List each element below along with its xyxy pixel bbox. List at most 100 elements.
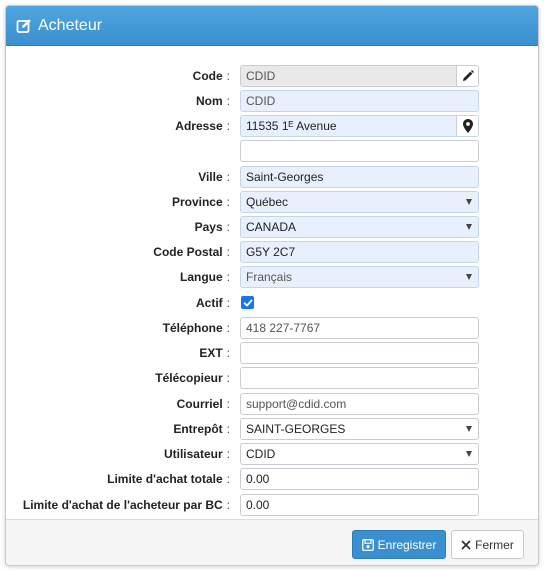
label-colon: : [226, 220, 230, 234]
label-colon: : [226, 498, 230, 512]
ville-input[interactable]: Saint-Georges [240, 166, 479, 188]
province-label: Province [171, 195, 223, 209]
code-field: CDID [240, 65, 479, 87]
limite-bc-input[interactable]: 0.00 [240, 494, 479, 516]
pays-select[interactable]: CANADA [240, 216, 479, 238]
courriel-label: Courriel [176, 397, 223, 411]
ext-label: EXT [199, 346, 223, 360]
entrepot-select[interactable]: SAINT-GEORGES [240, 418, 479, 440]
label-colon: : [226, 371, 230, 385]
actif-label: Actif [195, 296, 223, 310]
label-colon: : [226, 321, 230, 335]
nom-value: CDID [246, 94, 276, 108]
telephone-input[interactable]: 418 227-7767 [240, 317, 479, 339]
label-colon: : [226, 69, 230, 83]
limite-bc-label: Limite d'achat de l'acheteur par BC [22, 498, 223, 512]
edit-code-button[interactable] [456, 66, 478, 86]
limite-totale-value: 0.00 [246, 472, 270, 486]
label-colon: : [226, 346, 230, 360]
telecopieur-input[interactable] [240, 367, 479, 389]
limite-totale-input[interactable]: 0.00 [240, 468, 479, 490]
label-colon: : [226, 195, 230, 209]
row-code: Code: CDID [6, 65, 538, 87]
province-select[interactable]: Québec [240, 191, 479, 213]
dialog-header: Acheteur [6, 6, 538, 46]
row-telephone: Téléphone: 418 227-7767 [6, 317, 538, 339]
code-postal-input[interactable]: G5Y 2C7 [240, 241, 479, 263]
dialog-footer: Enregistrer Fermer [6, 519, 538, 565]
save-label: Enregistrer [377, 537, 437, 552]
row-utilisateur: Utilisateur: CDID [6, 443, 538, 465]
save-icon [361, 538, 374, 551]
ville-value: Saint-Georges [246, 170, 324, 184]
row-ext: EXT: [6, 342, 538, 364]
label-colon: : [226, 296, 230, 310]
ext-input[interactable] [240, 342, 479, 364]
checkmark-icon [243, 298, 253, 308]
code-value: CDID [246, 69, 276, 83]
row-actif: Actif: [6, 292, 538, 314]
acheteur-dialog: Acheteur Code: CDID Nom: CDID Adresse: … [5, 5, 539, 566]
code-postal-label: Code Postal [153, 245, 223, 259]
chevron-down-icon [466, 199, 472, 205]
row-langue: Langue: Français [6, 266, 538, 288]
label-colon: : [226, 119, 230, 133]
row-province: Province: Québec [6, 191, 538, 213]
chevron-down-icon [466, 426, 472, 432]
utilisateur-label: Utilisateur [163, 447, 223, 461]
courriel-input[interactable]: support@cdid.com [240, 393, 479, 415]
limite-bc-value: 0.00 [246, 498, 270, 512]
save-button[interactable]: Enregistrer [352, 530, 446, 559]
label-colon: : [226, 245, 230, 259]
label-colon: : [226, 472, 230, 486]
pays-label: Pays [194, 220, 223, 234]
adresse-input[interactable]: 11535 1ᴱ Avenue [240, 115, 479, 137]
telephone-value: 418 227-7767 [246, 321, 321, 335]
courriel-value: support@cdid.com [246, 397, 347, 411]
row-ville: Ville: Saint-Georges [6, 166, 538, 188]
utilisateur-value: CDID [246, 447, 276, 461]
telephone-label: Téléphone [162, 321, 223, 335]
adresse-label: Adresse [175, 119, 223, 133]
entrepot-value: SAINT-GEORGES [246, 422, 346, 436]
label-colon: : [226, 422, 230, 436]
row-adresse: Adresse: 11535 1ᴱ Avenue [6, 115, 538, 137]
close-button[interactable]: Fermer [451, 530, 524, 559]
limite-totale-label: Limite d'achat totale [107, 472, 223, 486]
langue-value: Français [246, 270, 293, 284]
actif-checkbox[interactable] [241, 296, 254, 309]
code-label: Code [192, 69, 223, 83]
ville-label: Ville [198, 170, 223, 184]
adresse2-input[interactable] [240, 140, 479, 162]
langue-label: Langue [179, 270, 223, 284]
pencil-icon [462, 70, 474, 82]
close-icon [461, 540, 471, 550]
nom-label: Nom [195, 94, 223, 108]
label-colon: : [226, 94, 230, 108]
chevron-down-icon [466, 451, 472, 457]
locate-address-button[interactable] [456, 116, 478, 136]
label-colon: : [226, 270, 230, 284]
entrepot-label: Entrepôt [173, 422, 223, 436]
row-limite-totale: Limite d'achat totale: 0.00 [6, 468, 538, 490]
label-colon: : [226, 447, 230, 461]
row-code-postal: Code Postal: G5Y 2C7 [6, 241, 538, 263]
row-entrepot: Entrepôt: SAINT-GEORGES [6, 418, 538, 440]
row-telecopieur: Télécopieur: [6, 367, 538, 389]
edit-icon [16, 18, 32, 34]
chevron-down-icon [466, 274, 472, 280]
dialog-title: Acheteur [38, 16, 103, 34]
row-adresse2 [6, 140, 538, 162]
row-courriel: Courriel: support@cdid.com [6, 393, 538, 415]
nom-input[interactable]: CDID [240, 90, 479, 112]
utilisateur-select[interactable]: CDID [240, 443, 479, 465]
adresse-value: 11535 1ᴱ Avenue [246, 119, 337, 133]
row-limite-bc: Limite d'achat de l'acheteur par BC: 0.0… [6, 494, 538, 516]
langue-select[interactable]: Français [240, 266, 479, 288]
chevron-down-icon [466, 224, 472, 230]
code-postal-value: G5Y 2C7 [246, 245, 296, 259]
label-colon: : [226, 170, 230, 184]
telecopieur-label: Télécopieur [155, 371, 223, 385]
label-colon: : [226, 397, 230, 411]
map-marker-icon [462, 119, 473, 133]
